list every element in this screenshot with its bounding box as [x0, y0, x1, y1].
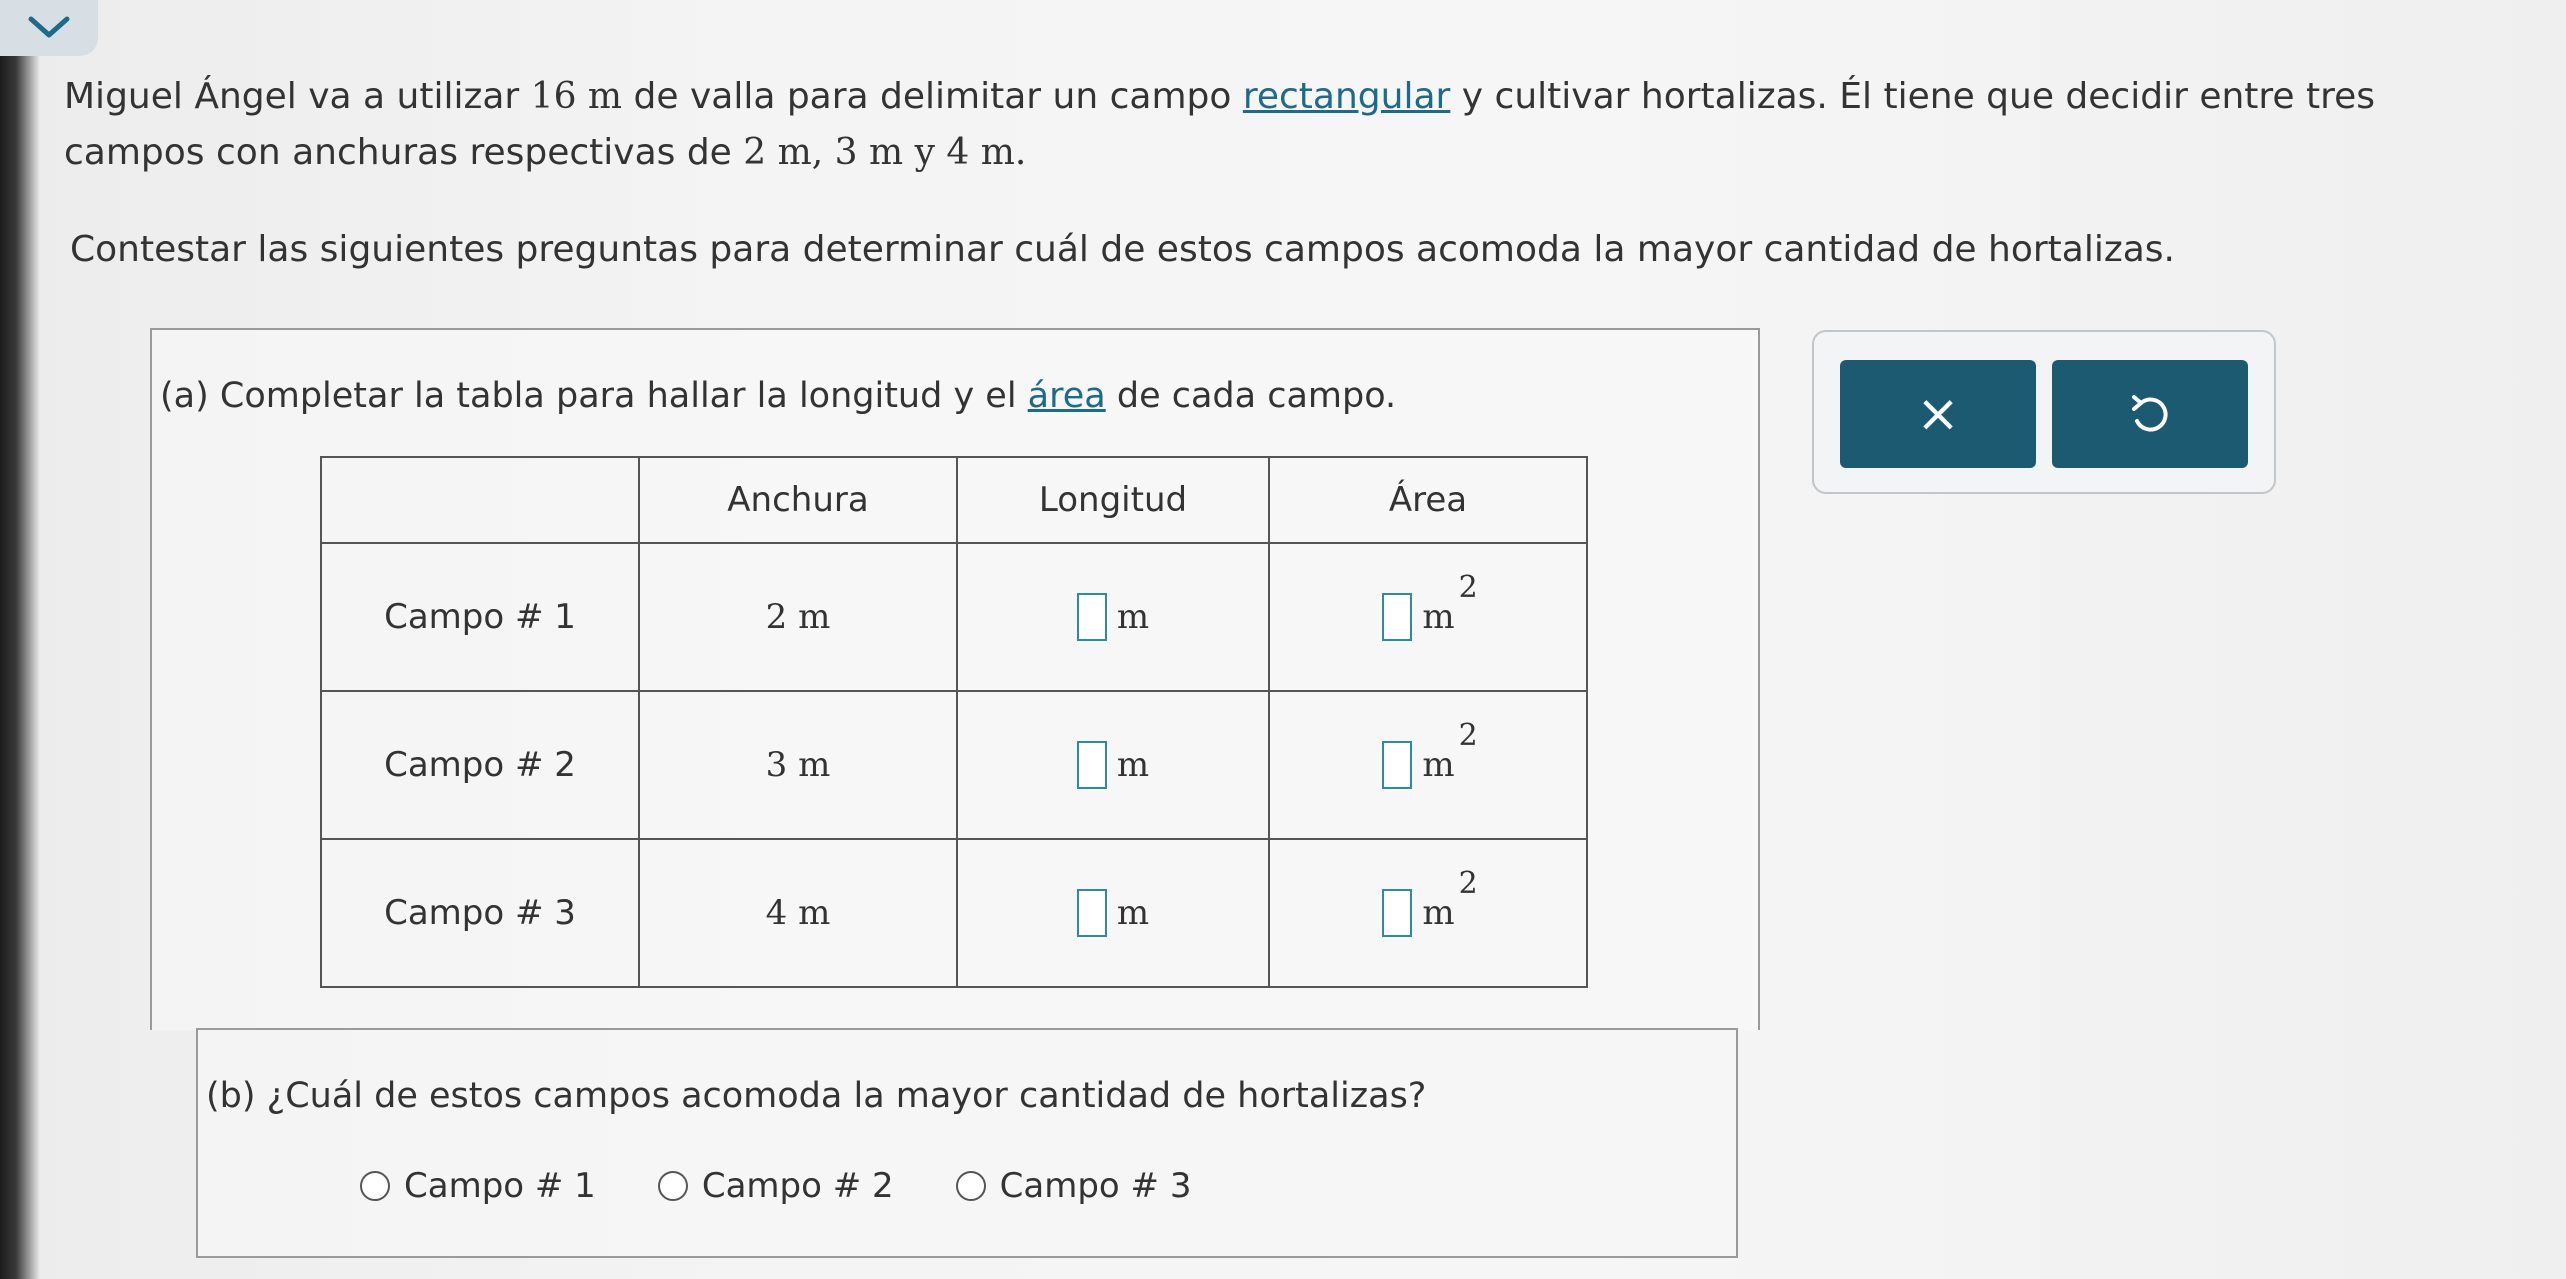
undo-button[interactable]	[2052, 360, 2248, 468]
radio-option-campo-3[interactable]: Campo # 3	[955, 1166, 1192, 1206]
part-a-prompt: (a) Completar la tabla para hallar la lo…	[160, 376, 1397, 416]
radio-label: Campo # 2	[701, 1166, 894, 1206]
length-input[interactable]	[1076, 889, 1107, 937]
left-edge-shadow	[0, 0, 40, 1279]
instruction-text: Contestar las siguientes preguntas para …	[70, 229, 2175, 270]
row-label: Campo # 1	[320, 542, 640, 692]
radio-circle-icon[interactable]	[360, 1171, 390, 1201]
length-input[interactable]	[1076, 593, 1107, 641]
width-value: 4 m	[638, 838, 958, 988]
part-b-prompt: (b) ¿Cuál de estos campos acomoda la may…	[206, 1076, 1427, 1116]
problem-line-1: Miguel Ángel va a utilizar 16 m de valla…	[64, 76, 2376, 117]
width-value: 2 m	[638, 542, 958, 692]
radio-option-campo-2[interactable]: Campo # 2	[657, 1166, 894, 1206]
undo-icon	[2132, 395, 2168, 432]
radio-label: Campo # 1	[404, 1166, 596, 1206]
width-value: 3 m	[638, 690, 958, 840]
radio-circle-icon[interactable]	[657, 1171, 688, 1201]
answer-tools-panel: ×	[1812, 330, 2276, 494]
table-header: Área	[1268, 456, 1588, 544]
length-cell: m	[956, 838, 1270, 988]
radio-label: Campo # 3	[999, 1166, 1192, 1206]
length-cell: m	[956, 542, 1270, 692]
length-cell: m	[956, 690, 1270, 840]
area-input[interactable]	[1382, 889, 1413, 937]
row-label: Campo # 2	[320, 690, 640, 840]
glossary-link-area[interactable]: área	[1028, 376, 1106, 416]
data-table: Anchura Longitud Área Campo # 1 2 m m m2…	[320, 456, 1588, 988]
length-input[interactable]	[1076, 741, 1107, 789]
table-header: Anchura	[638, 456, 958, 544]
close-icon: ×	[1916, 384, 1960, 444]
clear-button[interactable]: ×	[1840, 360, 2036, 468]
radio-option-campo-1[interactable]: Campo # 1	[360, 1166, 596, 1206]
area-cell: m2	[1268, 838, 1588, 988]
chevron-down-icon	[28, 16, 70, 38]
problem-line-2: campos con anchuras respectivas de 2 m, …	[64, 132, 1027, 173]
table-header: Longitud	[956, 456, 1270, 544]
radio-group: Campo # 1 Campo # 2 Campo # 3	[360, 1166, 1253, 1206]
collapse-toggle[interactable]	[0, 0, 98, 56]
area-input[interactable]	[1382, 593, 1413, 641]
glossary-link-rectangular[interactable]: rectangular	[1243, 76, 1450, 117]
part-b-panel	[196, 1028, 1738, 1258]
table-header-empty	[320, 456, 640, 544]
table-row: Campo # 1 2 m m m2	[320, 542, 1588, 692]
problem-statement: Miguel Ángel va a utilizar 16 m de valla…	[64, 73, 2504, 177]
table-row: Campo # 3 4 m m m2	[320, 838, 1588, 988]
area-cell: m2	[1268, 542, 1588, 692]
radio-circle-icon[interactable]	[955, 1171, 986, 1201]
table-row: Campo # 2 3 m m m2	[320, 690, 1588, 840]
area-input[interactable]	[1382, 741, 1413, 789]
row-label: Campo # 3	[320, 838, 640, 988]
table-header-row: Anchura Longitud Área	[320, 456, 1588, 544]
area-cell: m2	[1268, 690, 1588, 840]
